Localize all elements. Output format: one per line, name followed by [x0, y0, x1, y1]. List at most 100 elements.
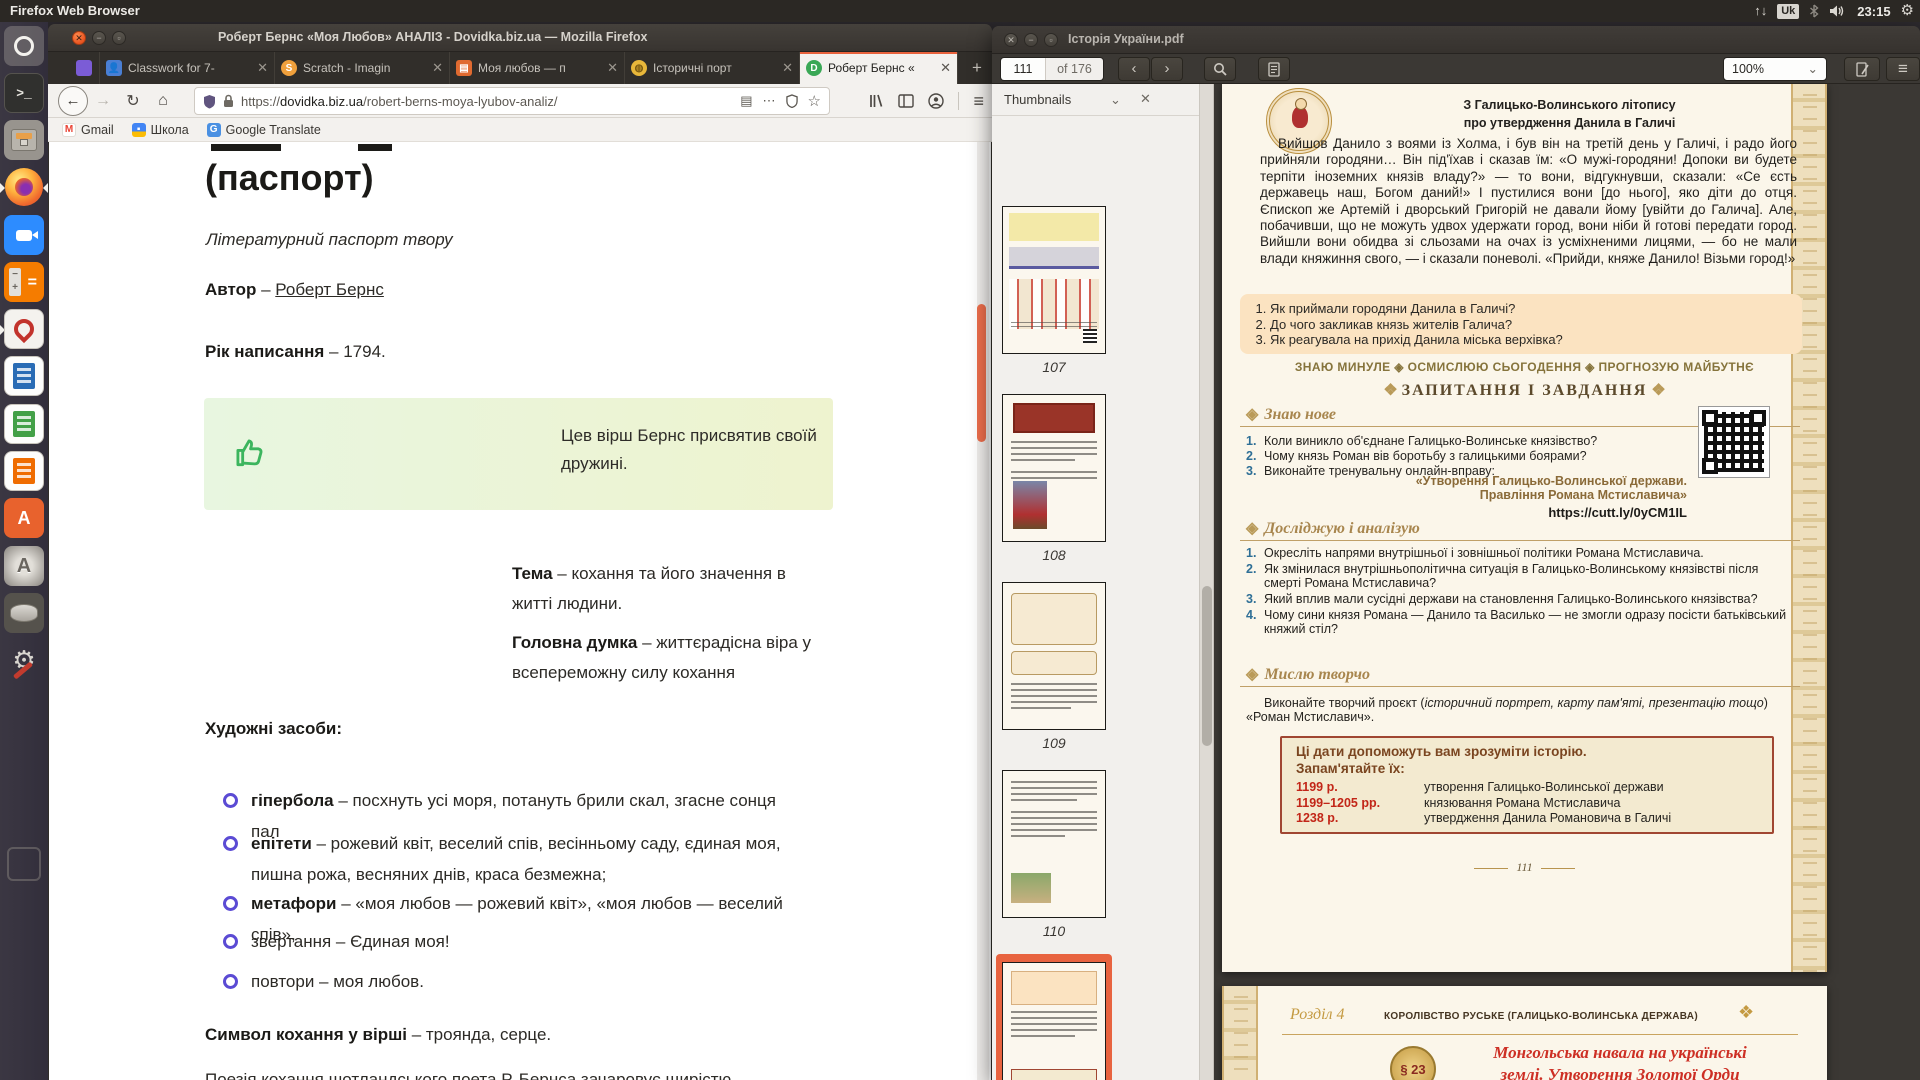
- tab-close-icon[interactable]: ✕: [932, 60, 951, 76]
- question-item: До чого закликав князь жителів Галича?: [1270, 317, 1788, 333]
- reader-mode-icon[interactable]: ▤: [740, 93, 752, 109]
- bookmark-star-icon[interactable]: ☆: [808, 92, 821, 110]
- previous-page-button[interactable]: ‹: [1118, 57, 1150, 81]
- maximize-button[interactable]: ▫: [112, 31, 126, 45]
- firefox-titlebar[interactable]: ✕ − ▫ Роберт Бернс «Моя Любов» АНАЛІЗ - …: [48, 24, 992, 52]
- tab-moya-lyubov[interactable]: ▤ Моя любов — п ✕: [450, 52, 625, 84]
- url-bar[interactable]: https://dovidka.biz.ua/robert-berns-moya…: [194, 87, 830, 115]
- thumbs-up-icon: [230, 432, 268, 472]
- thumbnail-page-110[interactable]: 110: [1002, 770, 1106, 939]
- page-content: (паспорт) Літературний паспорт твору Авт…: [49, 142, 991, 1080]
- sidebar-scrollbar[interactable]: [1200, 84, 1214, 1080]
- magnifier-icon: [1213, 62, 1227, 76]
- dock-app-emblem-icon[interactable]: A: [4, 546, 44, 586]
- thumbnail-page-111-selected[interactable]: 111: [1002, 962, 1106, 1080]
- new-tab-button[interactable]: +: [964, 56, 990, 80]
- next-page-button[interactable]: ›: [1151, 57, 1183, 81]
- edit-annotation-button[interactable]: [1844, 57, 1880, 81]
- list-item: повтори – моя любов.: [207, 966, 807, 997]
- scratch-icon: S: [281, 60, 297, 76]
- back-button[interactable]: ←: [58, 86, 88, 116]
- dock-trash-icon[interactable]: [4, 844, 44, 884]
- sidebar-scrollbar-thumb[interactable]: [1202, 586, 1212, 746]
- section-creative-title: ◈Мислю творчо: [1246, 664, 1370, 684]
- shield-icon[interactable]: [203, 94, 216, 109]
- firefox-window: ✕ − ▫ Роберт Бернс «Моя Любов» АНАЛІЗ - …: [48, 24, 992, 1080]
- paragraph-seal-badge: § 23: [1390, 1046, 1436, 1080]
- dock-ubuntu-software-icon[interactable]: A: [4, 498, 44, 538]
- tab-scratch[interactable]: S Scratch - Imagin ✕: [275, 52, 450, 84]
- focused-app-name: Firefox Web Browser: [10, 3, 140, 18]
- sidebar-mode-label[interactable]: Thumbnails: [1004, 92, 1071, 107]
- dock-disks-icon[interactable]: [4, 593, 44, 633]
- minimize-button[interactable]: −: [92, 31, 106, 45]
- dock-libreoffice-calc-icon[interactable]: [4, 404, 44, 444]
- thumbnail-page-108[interactable]: 108: [1002, 394, 1106, 563]
- bookmark-gmail[interactable]: MGmail: [62, 123, 114, 137]
- bookmark-google-translate[interactable]: GGoogle Translate: [207, 123, 321, 137]
- network-traffic-icon[interactable]: ↑↓: [1754, 0, 1767, 22]
- tab-close-icon[interactable]: ✕: [249, 60, 268, 76]
- page-actions-icon[interactable]: ⋯: [763, 93, 776, 109]
- search-button[interactable]: [1204, 57, 1236, 81]
- keyboard-layout-indicator[interactable]: Uk: [1777, 4, 1799, 19]
- dock-zoom-icon[interactable]: [4, 215, 44, 255]
- thumbnails-sidebar: Thumbnails ⌄ ✕ 107 108 109 110: [992, 84, 1200, 1080]
- protection-shield-icon[interactable]: [786, 94, 798, 108]
- exercise-url[interactable]: https://cutt.ly/0yCM1IL: [1548, 505, 1687, 520]
- zoom-select[interactable]: 100%⌄: [1723, 57, 1827, 81]
- firefox-scrollbar-thumb[interactable]: [977, 304, 986, 442]
- bookmark-shkola[interactable]: ▪Школа: [132, 123, 189, 137]
- sidebar-toggle-icon[interactable]: [898, 94, 914, 108]
- dock-file-cabinet-icon[interactable]: [4, 120, 44, 160]
- devices-heading: Художні засоби:: [205, 719, 342, 739]
- tab-classwork[interactable]: 👤 Classwork for 7- ✕: [100, 52, 275, 84]
- tab-close-icon[interactable]: ✕: [774, 60, 793, 76]
- dock-libreoffice-writer-icon[interactable]: [4, 356, 44, 396]
- sidebar-close-icon[interactable]: ✕: [1140, 91, 1151, 107]
- dock-libreoffice-impress-icon[interactable]: [4, 451, 44, 491]
- dock-firefox-icon[interactable]: [4, 167, 44, 207]
- home-button[interactable]: ⌂: [148, 92, 178, 110]
- session-gear-icon[interactable]: ⚙: [1901, 0, 1914, 22]
- library-icon[interactable]: [868, 93, 884, 109]
- dock-calculator-icon[interactable]: −+=: [4, 262, 44, 302]
- forward-button[interactable]: →: [88, 92, 118, 110]
- dock-system-tools-icon[interactable]: ⚙: [4, 640, 44, 680]
- chapter-label: Розділ 4: [1290, 1006, 1345, 1024]
- questions-tasks-heading: ❖ ЗАПИТАННЯ І ЗАВДАННЯ ❖: [1222, 380, 1827, 400]
- pdf-titlebar[interactable]: ✕ − ▫ Історія України.pdf: [992, 26, 1920, 54]
- dock-document-viewer-icon[interactable]: [4, 309, 44, 349]
- dovidka-icon: D: [806, 60, 822, 76]
- close-button[interactable]: ✕: [72, 31, 86, 45]
- reload-button[interactable]: ↻: [118, 91, 148, 111]
- annotations-button[interactable]: [1258, 57, 1290, 81]
- url-text[interactable]: https://dovidka.biz.ua/robert-berns-moya…: [241, 94, 558, 109]
- tab-robert-berns-active[interactable]: D Роберт Бернс « ✕: [800, 52, 958, 84]
- maximize-button[interactable]: ▫: [1044, 33, 1058, 47]
- firefox-scrollbar[interactable]: [977, 142, 989, 1080]
- tab-istorychni[interactable]: ◍ Історичні порт ✕: [625, 52, 800, 84]
- volume-icon[interactable]: [1829, 4, 1847, 18]
- page-number-control[interactable]: 111 of 176: [1000, 57, 1104, 81]
- close-button[interactable]: ✕: [1004, 33, 1018, 47]
- thumbnail-page-107[interactable]: 107: [1002, 206, 1106, 375]
- sidebar-dropdown-caret[interactable]: ⌄: [1110, 92, 1121, 108]
- tab-close-icon[interactable]: ✕: [599, 60, 618, 76]
- page-number-input[interactable]: 111: [1001, 58, 1045, 80]
- minimize-button[interactable]: −: [1024, 33, 1038, 47]
- clock[interactable]: 23:15: [1857, 4, 1890, 19]
- author-link[interactable]: Роберт Бернс: [275, 280, 384, 299]
- bluetooth-icon[interactable]: [1809, 4, 1819, 18]
- motto-banner: ЗНАЮ МИНУЛЕ ◈ ОСМИСЛЮЮ СЬОГОДЕННЯ ◈ ПРОГ…: [1222, 360, 1827, 374]
- account-icon[interactable]: [928, 93, 944, 109]
- menu-hamburger-icon[interactable]: ≡: [973, 91, 984, 112]
- pdf-menu-button[interactable]: ≡: [1886, 57, 1920, 81]
- tab-close-icon[interactable]: ✕: [424, 60, 443, 76]
- page-number-footer: 111: [1222, 860, 1827, 875]
- dock-terminal-icon[interactable]: >_: [4, 73, 44, 113]
- pinned-tab[interactable]: [68, 52, 100, 84]
- question-item: Як приймали городяни Данила в Галичі?: [1270, 301, 1788, 317]
- thumbnail-page-109[interactable]: 109: [1002, 582, 1106, 751]
- dock-ubuntu-button[interactable]: [4, 26, 44, 66]
